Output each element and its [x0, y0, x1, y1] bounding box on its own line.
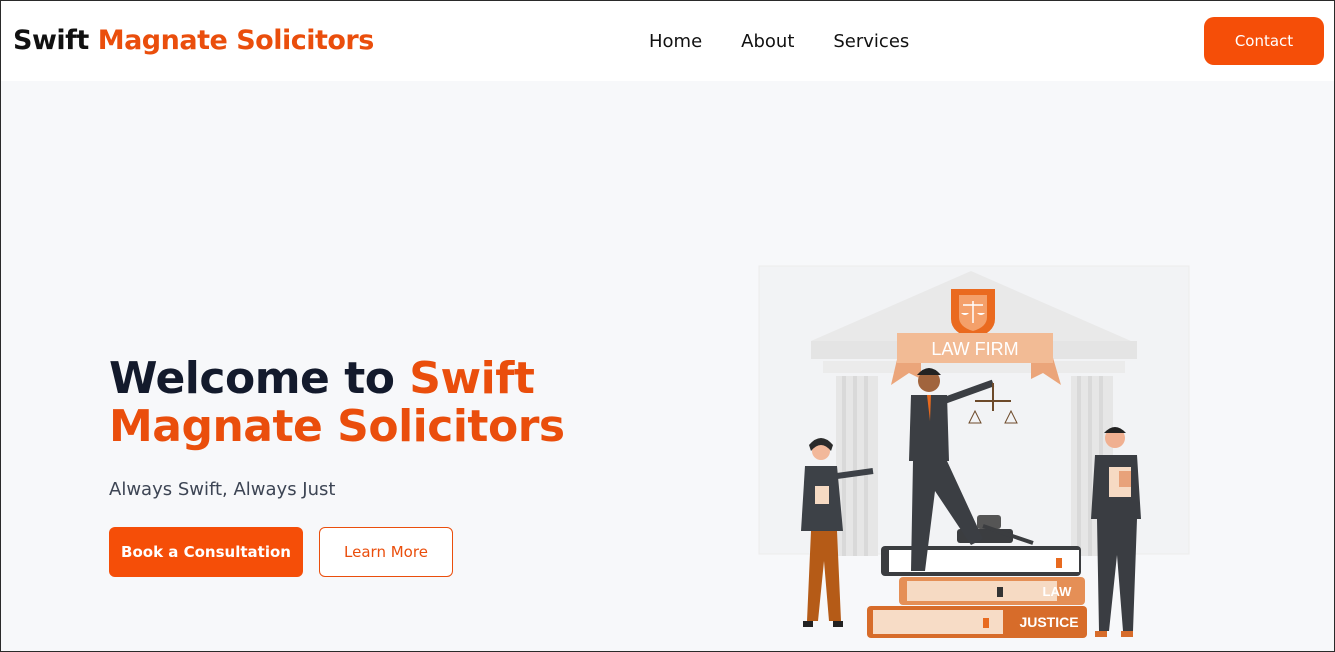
learn-more-button[interactable]: Learn More [319, 527, 453, 577]
navbar: Swift Magnate Solicitors Home About Serv… [1, 1, 1334, 81]
main-nav: Home About Services [649, 31, 909, 52]
hero-title-firm: Magnate Solicitors [109, 401, 565, 452]
brand-name-part2: Magnate Solicitors [97, 25, 375, 56]
nav-about-link[interactable]: About [741, 31, 794, 52]
banner-text: LAW FIRM [931, 339, 1018, 359]
brand-name-part1: Swift [13, 25, 89, 56]
hero-title: Welcome to Swift Magnate Solicitors [109, 355, 565, 451]
nav-services-link[interactable]: Services [833, 31, 909, 52]
book-justice-label: JUSTICE [1019, 614, 1078, 630]
book-consultation-button[interactable]: Book a Consultation [109, 527, 303, 577]
law-firm-illustration: LAW FIRM LAW JUSTICE [758, 265, 1190, 638]
hero-title-swift: Swift [409, 353, 535, 404]
contact-button[interactable]: Contact [1204, 17, 1324, 65]
nav-home-link[interactable]: Home [649, 31, 702, 52]
hero-title-welcome: Welcome to [109, 353, 395, 404]
brand-logo[interactable]: Swift Magnate Solicitors [13, 25, 374, 56]
man-with-document-figure [1091, 427, 1141, 637]
book-law-label: LAW [1043, 584, 1073, 599]
scales-of-justice-icon [951, 289, 995, 339]
hero-tagline: Always Swift, Always Just [109, 479, 336, 500]
